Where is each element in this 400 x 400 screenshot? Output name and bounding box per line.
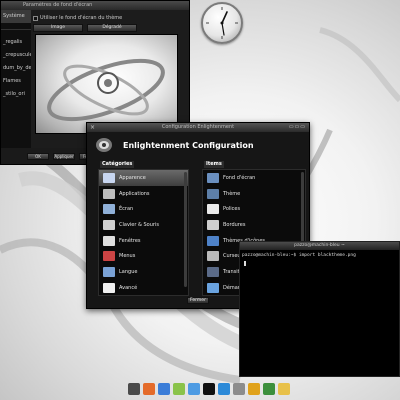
category-item-label: Langue xyxy=(119,268,138,275)
wallpaper-list-item[interactable]: Flames xyxy=(1,75,31,88)
enlightenment-logo-icon xyxy=(96,138,112,152)
config-item-label: Thème xyxy=(223,190,241,197)
terminal-command: pazzo@machin-bleu:~$ import blacktheme.p… xyxy=(242,253,356,258)
close-icon[interactable]: × xyxy=(90,123,95,132)
theme-wallpaper-checkbox[interactable] xyxy=(33,15,38,21)
text-cursor xyxy=(244,261,246,266)
chat-icon[interactable] xyxy=(188,383,200,395)
config-item-label: Fond d'écran xyxy=(223,174,256,181)
config-item-label: Bordures xyxy=(223,221,246,228)
categories-list: Apparence Applications Écran Clavier & Sour… xyxy=(98,169,189,296)
wallpaper-preview-image xyxy=(47,58,165,122)
pidgin-icon[interactable] xyxy=(173,383,185,395)
dock xyxy=(128,381,290,397)
wallpaper-window-titlebar[interactable]: Paramètres de fond d'écran xyxy=(1,1,189,10)
windows-icon xyxy=(103,235,115,246)
startup-icon xyxy=(207,282,219,293)
globe-icon[interactable] xyxy=(158,383,170,395)
ok-button[interactable]: OK xyxy=(27,152,49,160)
window-controls[interactable]: ▭▭▭ xyxy=(289,123,306,132)
config-item-label: Polices xyxy=(223,206,241,213)
terminal-output: pazzo@machin-bleu:~$ import blacktheme.p… xyxy=(240,250,399,258)
category-item[interactable]: Menus xyxy=(99,248,188,264)
theme-wallpaper-label: Utiliser le fond d'écran du thème xyxy=(40,15,123,21)
category-item[interactable]: Apparence xyxy=(99,170,188,186)
config-item[interactable]: Polices xyxy=(203,201,305,217)
icon-theme-icon xyxy=(207,235,219,246)
divider xyxy=(1,29,31,30)
advanced-icon xyxy=(103,282,115,293)
wallpaper-list-item[interactable]: _crepuscule xyxy=(1,49,31,62)
tab-gradient[interactable]: Dégradé xyxy=(87,24,137,32)
gear-icon xyxy=(103,188,115,199)
category-item[interactable]: Avancé xyxy=(99,280,188,295)
category-item-label: Écran xyxy=(119,206,134,213)
config-heading: Enlightenment Configuration xyxy=(123,140,254,150)
category-item[interactable]: Langue xyxy=(99,264,188,280)
monitor-icon xyxy=(103,204,115,215)
fonts-icon xyxy=(207,204,219,215)
f-spot-icon[interactable] xyxy=(278,383,290,395)
wallpaper-list-item[interactable]: _stilo_ori xyxy=(1,88,31,101)
settings-icon[interactable] xyxy=(233,383,245,395)
category-item[interactable]: Applications xyxy=(99,186,188,202)
config-item[interactable]: Fond d'écran xyxy=(203,170,305,186)
wallpaper-icon xyxy=(207,172,219,183)
config-header: Enlightenment Configuration xyxy=(87,132,309,158)
borders-icon xyxy=(207,219,219,230)
category-item[interactable]: Clavier & Souris xyxy=(99,217,188,233)
shield-icon[interactable] xyxy=(263,383,275,395)
wallpaper-preview xyxy=(35,34,178,134)
close-button[interactable]: Fermer xyxy=(187,297,209,304)
close-app-icon[interactable] xyxy=(248,383,260,395)
wallpaper-list: Système _regalis _crepuscule dum_by_de F… xyxy=(1,10,31,150)
config-window-titlebar[interactable]: × Configuration Enlightenment ▭▭▭ xyxy=(87,123,309,132)
firefox-icon[interactable] xyxy=(143,383,155,395)
categories-scrollbar[interactable] xyxy=(184,172,187,287)
tab-image[interactable]: Image xyxy=(33,24,83,32)
category-item-label: Avancé xyxy=(119,284,138,291)
home-icon[interactable] xyxy=(128,383,140,395)
category-item-label: Fenêtres xyxy=(119,237,141,244)
wallpaper-list-item[interactable]: dum_by_de xyxy=(1,62,31,75)
wallpaper-source-tabs: Image Dégradé xyxy=(33,24,137,32)
menu-icon xyxy=(103,251,115,262)
terminal-titlebar[interactable]: pazzo@machin-bleu ~ xyxy=(240,242,399,250)
apply-button[interactable]: Appliquer xyxy=(53,152,75,160)
transitions-icon xyxy=(207,266,219,277)
wallpaper-list-item[interactable]: _regalis xyxy=(1,36,31,49)
appearance-icon xyxy=(103,172,115,183)
terminal-window[interactable]: pazzo@machin-bleu ~ pazzo@machin-bleu:~$… xyxy=(239,241,400,377)
theme-wallpaper-option[interactable]: Utiliser le fond d'écran du thème xyxy=(33,14,122,22)
clock-widget xyxy=(201,2,243,44)
category-item-label: Applications xyxy=(119,190,150,197)
items-label: Items xyxy=(204,161,224,168)
terminal-icon[interactable] xyxy=(203,383,215,395)
category-item-label: Apparence xyxy=(119,174,146,181)
category-item-label: Menus xyxy=(119,253,136,260)
network-icon[interactable] xyxy=(218,383,230,395)
category-item[interactable]: Écran xyxy=(99,201,188,217)
theme-icon xyxy=(207,188,219,199)
clock-face xyxy=(206,7,238,39)
config-window-title: Configuration Enlightenment xyxy=(161,124,235,130)
config-item[interactable]: Thème xyxy=(203,186,305,202)
flag-icon xyxy=(103,266,115,277)
categories-label: Catégories xyxy=(100,161,135,168)
keyboard-icon xyxy=(103,219,115,230)
config-item[interactable]: Bordures xyxy=(203,217,305,233)
category-item[interactable]: Fenêtres xyxy=(99,233,188,249)
cursor-icon xyxy=(207,251,219,262)
terminal-prompt xyxy=(240,258,399,267)
wallpaper-list-item[interactable]: Système xyxy=(1,10,31,23)
category-item-label: Clavier & Souris xyxy=(119,221,159,228)
